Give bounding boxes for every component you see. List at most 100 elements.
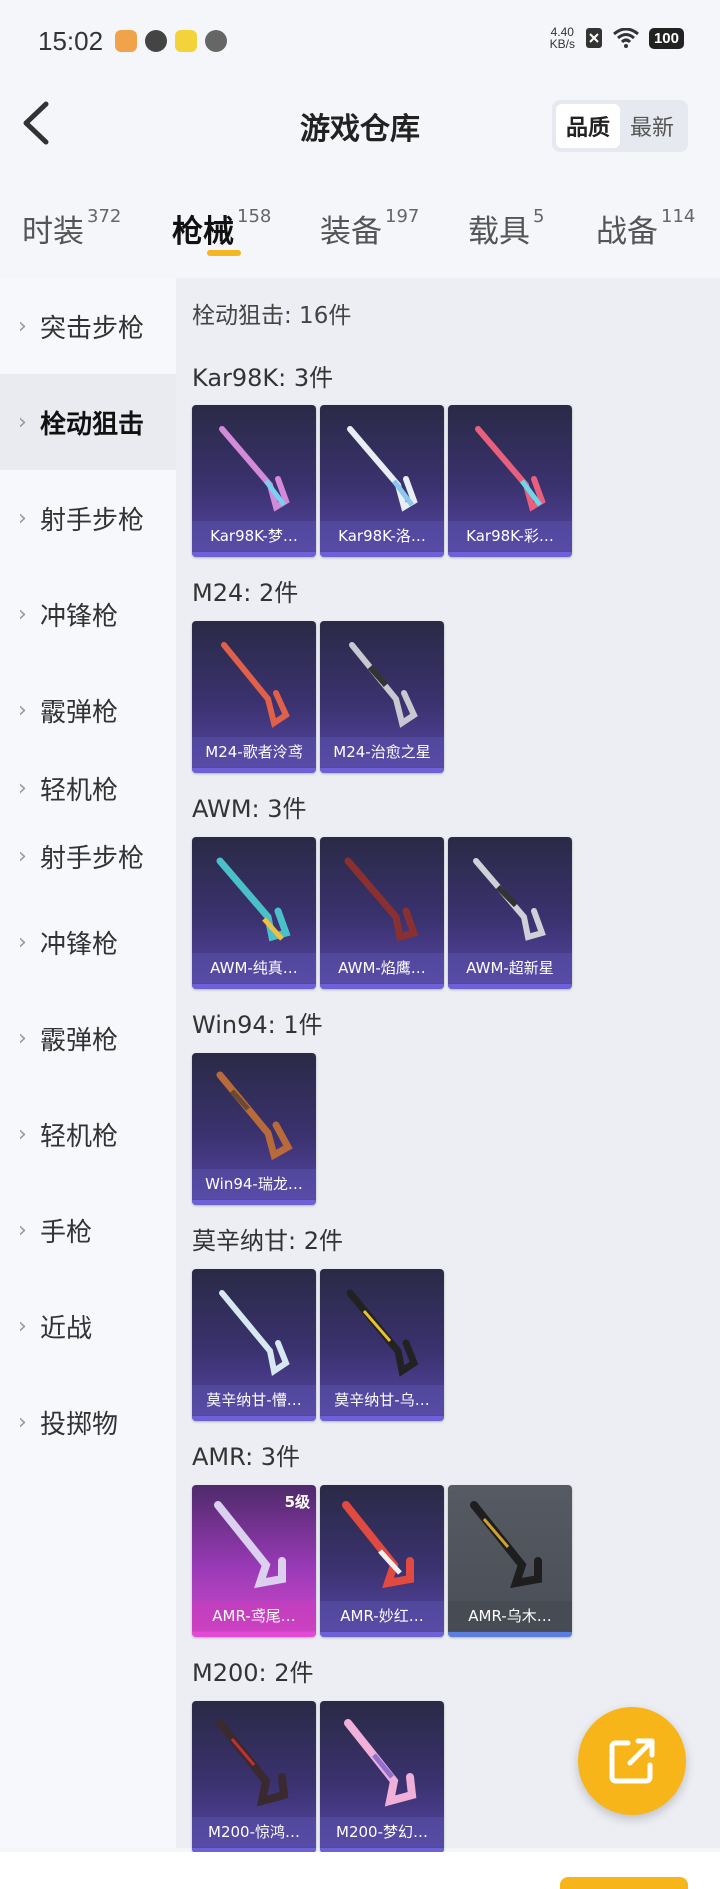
tab-label: 时装 xyxy=(22,214,84,250)
quality-bar xyxy=(448,552,572,557)
sidebar-item-label: 射手步枪 xyxy=(40,843,145,874)
group-title: M24: 2件 xyxy=(192,579,299,607)
weapon-card[interactable]: Kar98K-洛… xyxy=(320,405,444,557)
quality-bar xyxy=(192,1416,316,1421)
sidebar-item-lmg[interactable]: › 轻机枪 xyxy=(0,758,176,818)
weapon-card[interactable]: Win94-瑞龙… xyxy=(192,1053,316,1205)
tab-equipment[interactable]: 装备 197 xyxy=(320,206,419,251)
chevron-right-icon: › xyxy=(18,843,27,869)
sidebar-item-label: 射手步枪 xyxy=(40,505,145,536)
group-title: Kar98K: 3件 xyxy=(192,364,334,392)
rifle-icon xyxy=(344,857,419,942)
weapon-card[interactable]: M24-歌者泠鸢 xyxy=(192,621,316,773)
category-tabs: 时装 372 枪械 158 装备 197 载具 5 战备 114 xyxy=(0,200,720,270)
weapon-card[interactable]: AWM-超新星 xyxy=(448,837,572,989)
weapon-card[interactable]: Kar98K-梦… xyxy=(192,405,316,557)
app-link-icon xyxy=(205,30,227,52)
wifi-icon xyxy=(613,28,639,48)
rifle-icon xyxy=(346,1289,419,1377)
group-title: M200: 2件 xyxy=(192,1659,314,1687)
share-external-icon xyxy=(609,1738,655,1784)
tab-supplies[interactable]: 战备 114 xyxy=(596,206,695,251)
sidebar-item-smg-2[interactable]: › 冲锋枪 xyxy=(0,894,176,990)
sidebar-item-throwable[interactable]: › 投掷物 xyxy=(0,1374,176,1470)
rifle-icon xyxy=(344,1719,417,1807)
rifle-icon xyxy=(216,1071,293,1161)
sidebar-item-melee[interactable]: › 近战 xyxy=(0,1278,176,1374)
weapon-name: M24-治愈之星 xyxy=(320,737,444,767)
category-summary: 栓动狙击: 16件 xyxy=(192,303,352,329)
tab-firearms[interactable]: 枪械 158 xyxy=(172,206,271,251)
weapon-card[interactable]: M200-梦幻… xyxy=(320,1701,444,1853)
rifle-icon xyxy=(221,642,290,728)
weapon-name: Kar98K-彩… xyxy=(448,521,572,551)
sidebar-item-label: 轻机枪 xyxy=(40,775,119,806)
tab-fashion[interactable]: 时装 372 xyxy=(22,206,121,251)
sidebar-item-shotgun-2[interactable]: › 霰弹枪 xyxy=(0,990,176,1086)
sidebar-item-label: 霰弹枪 xyxy=(40,1025,119,1056)
weapon-name: AMR-鸢尾… xyxy=(192,1601,316,1631)
sidebar-item-bolt-sniper[interactable]: › 栓动狙击 xyxy=(0,374,176,470)
active-tab-indicator xyxy=(207,250,241,256)
sidebar-item-label: 栓动狙击 xyxy=(40,409,145,440)
weapon-name: M24-歌者泠鸢 xyxy=(192,737,316,767)
group-title: AWM: 3件 xyxy=(192,795,307,823)
chevron-right-icon: › xyxy=(18,697,27,723)
tab-label: 枪械 xyxy=(172,214,234,250)
quality-bar xyxy=(192,552,316,557)
quality-bar xyxy=(448,1632,572,1637)
rifle-icon xyxy=(475,426,546,512)
app-video-icon xyxy=(145,30,167,52)
app-notification-icon xyxy=(115,30,137,52)
bottom-action-button[interactable] xyxy=(560,1877,688,1889)
rifle-icon xyxy=(216,1719,289,1807)
weapon-name: AWM-超新星 xyxy=(448,953,572,983)
sidebar-item-lmg-2[interactable]: › 轻机枪 xyxy=(0,1086,176,1182)
chevron-right-icon: › xyxy=(18,505,27,531)
sidebar-item-smg[interactable]: › 冲锋枪 xyxy=(0,566,176,662)
weapon-card[interactable]: Kar98K-彩… xyxy=(448,405,572,557)
quality-bar xyxy=(320,552,444,557)
rifle-icon xyxy=(473,858,546,941)
weapon-card[interactable]: 5级 AMR-鸢尾… xyxy=(192,1485,316,1637)
status-right: 4.40 KB/s 100 xyxy=(550,26,684,50)
quality-bar xyxy=(320,1632,444,1637)
sidebar-item-label: 近战 xyxy=(40,1313,93,1344)
weapon-card[interactable]: 莫辛纳甘-乌… xyxy=(320,1269,444,1421)
weapon-type-sidebar: › 突击步枪 › 栓动狙击 › 射手步枪 › 冲锋枪 › 霰弹枪 › 轻机枪 › 射手步枪 ›… xyxy=(0,278,176,1848)
quality-bar xyxy=(320,984,444,989)
weapon-card[interactable]: AWM-焰鹰… xyxy=(320,837,444,989)
weapon-name: 莫辛纳甘-懵… xyxy=(192,1385,316,1415)
sidebar-item-assault-rifle[interactable]: › 突击步枪 xyxy=(0,278,176,374)
weapon-name: M200-惊鸿… xyxy=(192,1817,316,1847)
rifle-icon xyxy=(470,1501,542,1589)
sort-toggle: 品质 最新 xyxy=(551,100,688,152)
weapon-card[interactable]: M200-惊鸿… xyxy=(192,1701,316,1853)
group-title: Win94: 1件 xyxy=(192,1011,323,1039)
tab-label: 战备 xyxy=(596,214,658,250)
weapon-card[interactable]: 莫辛纳甘-懵… xyxy=(192,1269,316,1421)
sidebar-item-shotgun[interactable]: › 霰弹枪 xyxy=(0,662,176,758)
weapon-card[interactable]: AWM-纯真… xyxy=(192,837,316,989)
weapon-card[interactable]: AMR-乌木… xyxy=(448,1485,572,1637)
chevron-right-icon: › xyxy=(18,1217,27,1243)
weapon-card[interactable]: M24-治愈之星 xyxy=(320,621,444,773)
chevron-right-icon: › xyxy=(18,409,27,435)
sidebar-item-marksman-rifle[interactable]: › 射手步枪 xyxy=(0,470,176,566)
sidebar-item-label: 手枪 xyxy=(40,1217,93,1248)
tab-count: 197 xyxy=(385,206,420,227)
chevron-right-icon: › xyxy=(18,313,27,339)
share-fab-button[interactable] xyxy=(578,1707,686,1815)
level-badge: 5级 xyxy=(284,1493,310,1511)
sort-newest-option[interactable]: 最新 xyxy=(620,104,684,148)
weapon-name: Win94-瑞龙… xyxy=(192,1169,316,1199)
weapon-card[interactable]: AMR-妙红… xyxy=(320,1485,444,1637)
sidebar-item-marksman-rifle-2[interactable]: › 射手步枪 xyxy=(0,818,176,894)
tab-vehicles[interactable]: 载具 5 xyxy=(468,206,544,251)
sort-quality-option[interactable]: 品质 xyxy=(555,104,620,148)
net-speed-unit: KB/s xyxy=(549,37,575,51)
quality-bar xyxy=(192,768,316,773)
sidebar-item-pistol[interactable]: › 手枪 xyxy=(0,1182,176,1278)
chevron-right-icon: › xyxy=(18,1409,27,1435)
sidebar-item-label: 突击步枪 xyxy=(40,313,145,344)
